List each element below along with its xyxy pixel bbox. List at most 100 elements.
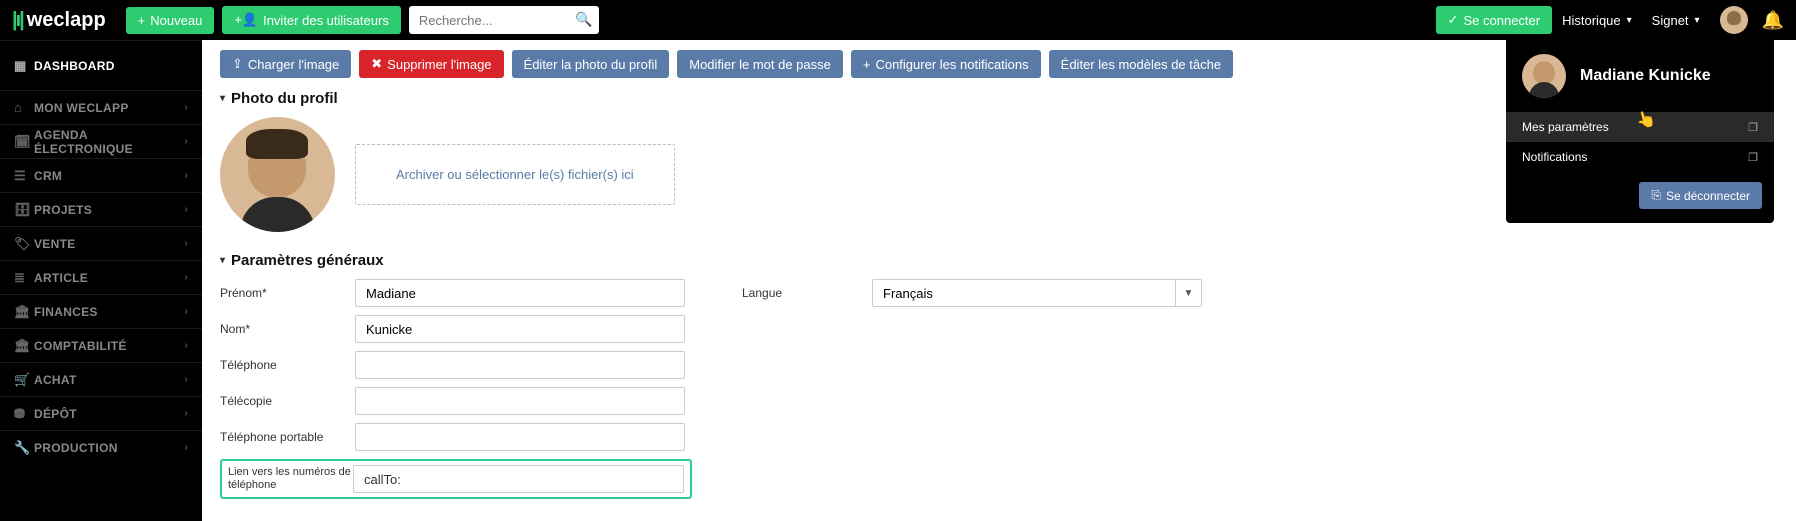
- sidebar: ▦ DASHBOARD ⌂MON WECLAPP› 🗓AGENDA ÉLECTR…: [0, 40, 202, 521]
- user-dropdown-name: Madiane Kunicke: [1580, 67, 1711, 85]
- form-col-left: Prénom* Nom* Téléphone Télécopie Télépho…: [220, 279, 692, 499]
- form-col-right: Langue Français ▼: [742, 279, 1202, 499]
- upload-label: Charger l'image: [248, 57, 339, 72]
- bank-icon: 🏛: [14, 304, 34, 320]
- row-language: Langue Français ▼: [742, 279, 1202, 307]
- section-photo-label: Photo du profil: [231, 90, 338, 107]
- sidebar-item-dashboard[interactable]: ▦ DASHBOARD: [0, 40, 202, 90]
- sidebar-item-crm[interactable]: ☰CRM›: [0, 158, 202, 192]
- invite-users-button[interactable]: +👤 Inviter des utilisateurs: [222, 6, 401, 34]
- sidebar-item-vente[interactable]: 🏷VENTE›: [0, 226, 202, 260]
- menu-my-params[interactable]: Mes paramètres ❐: [1506, 112, 1774, 142]
- row-fax: Télécopie: [220, 387, 692, 415]
- wrench-icon: 🔧: [14, 440, 34, 456]
- phonelink-input[interactable]: [353, 465, 684, 493]
- database-icon: ⛃: [14, 406, 34, 422]
- logout-row: ⎘ Se déconnecter: [1506, 182, 1762, 209]
- config-notif-label: Configurer les notifications: [875, 57, 1028, 72]
- phonelink-label: Lien vers les numéros de téléphone: [228, 466, 353, 492]
- cart-icon: 🛒: [14, 372, 34, 388]
- sidebar-item-depot[interactable]: ⛃DÉPÔT›: [0, 396, 202, 430]
- fax-label: Télécopie: [220, 394, 355, 408]
- brand-logo[interactable]: |ı| weclapp: [12, 9, 106, 32]
- sidebar-item-production[interactable]: 🔧PRODUCTION›: [0, 430, 202, 464]
- user-dropdown-avatar: [1522, 54, 1566, 98]
- fax-input[interactable]: [355, 387, 685, 415]
- logout-label: Se déconnecter: [1666, 189, 1750, 203]
- user-avatar-small[interactable]: [1720, 6, 1748, 34]
- lines-icon: ≣: [14, 270, 34, 286]
- new-button-label: Nouveau: [150, 13, 202, 28]
- sidebar-item-label: COMPTABILITÉ: [34, 339, 184, 353]
- sidebar-item-agenda[interactable]: 🗓AGENDA ÉLECTRONIQUE›: [0, 124, 202, 158]
- connect-label: Se connecter: [1464, 13, 1541, 28]
- sidebar-item-achat[interactable]: 🛒ACHAT›: [0, 362, 202, 396]
- section-general-title[interactable]: Paramètres généraux: [220, 252, 1778, 269]
- sidebar-item-comptabilite[interactable]: 🏛COMPTABILITÉ›: [0, 328, 202, 362]
- sidebar-item-label: MON WECLAPP: [34, 101, 184, 115]
- chevron-right-icon: ›: [184, 272, 188, 283]
- connect-button[interactable]: ✓ Se connecter: [1436, 6, 1553, 34]
- new-button[interactable]: + Nouveau: [126, 7, 215, 34]
- list-icon: ☰: [14, 168, 34, 184]
- notifications-bell-icon[interactable]: 🔔: [1762, 10, 1784, 31]
- edit-photo-button[interactable]: Éditer la photo du profil: [512, 50, 670, 78]
- chevron-right-icon: ›: [184, 170, 188, 181]
- sidebar-item-monweclapp[interactable]: ⌂MON WECLAPP›: [0, 90, 202, 124]
- user-dropdown: Madiane Kunicke Mes paramètres ❐ Notific…: [1506, 40, 1774, 223]
- change-password-button[interactable]: Modifier le mot de passe: [677, 50, 843, 78]
- chevron-down-icon[interactable]: ▼: [1175, 280, 1201, 306]
- close-icon: ✖: [371, 56, 382, 72]
- upload-icon: ⇪: [232, 56, 243, 72]
- logout-button[interactable]: ⎘ Se déconnecter: [1639, 182, 1762, 209]
- sidebar-item-projets[interactable]: 🗄PROJETS›: [0, 192, 202, 226]
- profile-avatar: [220, 117, 335, 232]
- sidebar-item-finances[interactable]: 🏛FINANCES›: [0, 294, 202, 328]
- firstname-input[interactable]: [355, 279, 685, 307]
- delete-image-button[interactable]: ✖ Supprimer l'image: [359, 50, 503, 78]
- tag-icon: 🏷: [14, 236, 34, 252]
- delete-label: Supprimer l'image: [387, 57, 491, 72]
- section-general-label: Paramètres généraux: [231, 252, 384, 269]
- sidebar-item-label: CRM: [34, 169, 184, 183]
- mobile-input[interactable]: [355, 423, 685, 451]
- search-input[interactable]: [409, 6, 599, 34]
- bookmark-menu[interactable]: Signet: [1652, 13, 1700, 28]
- sidebar-item-label: DASHBOARD: [34, 59, 188, 73]
- user-plus-icon: +👤: [234, 12, 258, 28]
- upload-image-button[interactable]: ⇪ Charger l'image: [220, 50, 351, 78]
- open-new-icon[interactable]: ❐: [1748, 121, 1758, 134]
- sidebar-item-label: PRODUCTION: [34, 441, 184, 455]
- lastname-input[interactable]: [355, 315, 685, 343]
- form-columns: Prénom* Nom* Téléphone Télécopie Télépho…: [220, 279, 1778, 499]
- briefcase-icon: 🗄: [14, 202, 34, 218]
- row-phone: Téléphone: [220, 351, 692, 379]
- row-firstname: Prénom*: [220, 279, 692, 307]
- plus-icon: +: [863, 57, 871, 72]
- chevron-right-icon: ›: [184, 340, 188, 351]
- check-icon: ✓: [1448, 12, 1459, 28]
- language-label: Langue: [742, 286, 872, 300]
- menu-notifications[interactable]: Notifications ❐: [1506, 142, 1774, 172]
- chevron-right-icon: ›: [184, 204, 188, 215]
- history-menu[interactable]: Historique: [1562, 13, 1632, 28]
- language-select[interactable]: Français ▼: [872, 279, 1202, 307]
- configure-notifications-button[interactable]: + Configurer les notifications: [851, 50, 1041, 78]
- menu-my-params-label: Mes paramètres: [1522, 120, 1609, 134]
- language-value: Français: [873, 280, 1175, 306]
- open-new-icon[interactable]: ❐: [1748, 151, 1758, 164]
- phone-input[interactable]: [355, 351, 685, 379]
- menu-notifications-label: Notifications: [1522, 150, 1587, 164]
- search-icon[interactable]: 🔍: [575, 11, 592, 28]
- home-icon: ⌂: [14, 100, 34, 115]
- calendar-icon: 🗓: [14, 134, 34, 150]
- logo-icon: |ı|: [12, 9, 23, 32]
- sidebar-item-label: ARTICLE: [34, 271, 184, 285]
- topbar: |ı| weclapp + Nouveau +👤 Inviter des uti…: [0, 0, 1796, 40]
- chevron-right-icon: ›: [184, 102, 188, 113]
- sidebar-item-label: AGENDA ÉLECTRONIQUE: [34, 128, 184, 156]
- edit-task-templates-button[interactable]: Éditer les modèles de tâche: [1049, 50, 1233, 78]
- file-dropzone[interactable]: Archiver ou sélectionner le(s) fichier(s…: [355, 144, 675, 205]
- user-dropdown-header: Madiane Kunicke: [1506, 40, 1774, 112]
- sidebar-item-article[interactable]: ≣ARTICLE›: [0, 260, 202, 294]
